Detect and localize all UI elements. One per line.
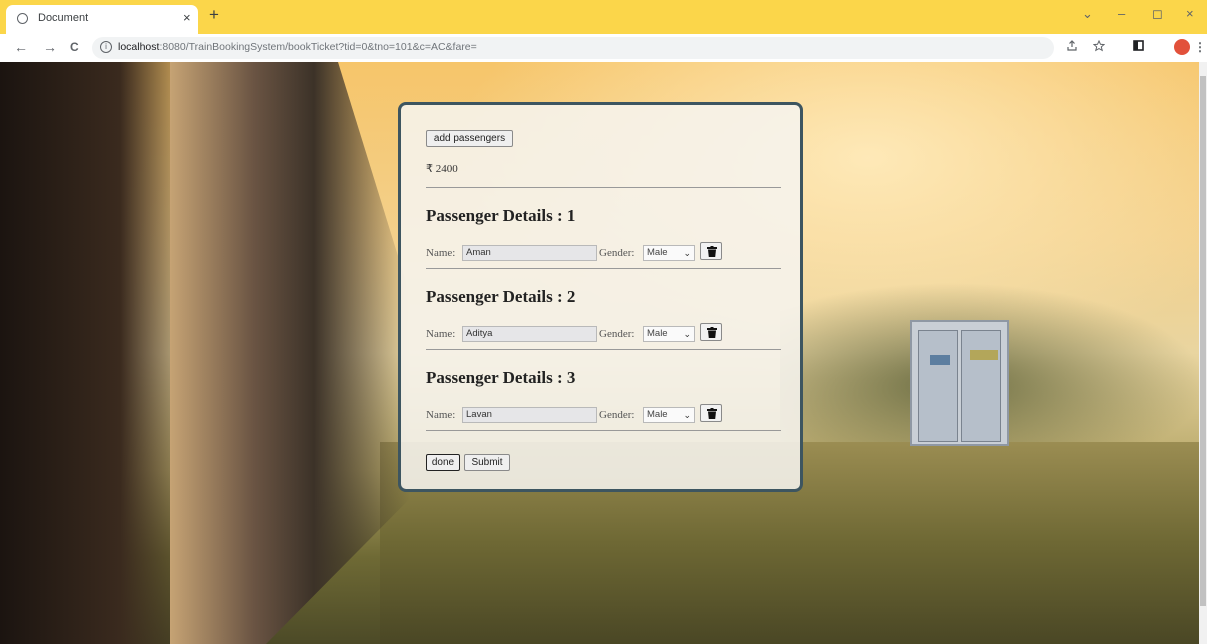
- reload-button[interactable]: C: [70, 40, 79, 54]
- chevron-down-icon: ⌄: [683, 410, 691, 420]
- menu-icon[interactable]: ⋮: [1194, 40, 1206, 54]
- url-path: :8080/TrainBookingSystem/bookTicket?tid=…: [159, 41, 477, 53]
- divider: [426, 268, 781, 269]
- url-host: localhost: [118, 41, 160, 53]
- delete-passenger-button[interactable]: [700, 404, 722, 422]
- name-label: Name:: [426, 328, 456, 340]
- utility-box-label: [930, 355, 950, 365]
- gender-label: Gender:: [599, 409, 635, 421]
- name-label: Name:: [426, 409, 456, 421]
- submit-button[interactable]: Submit: [464, 454, 510, 471]
- trash-icon: [707, 246, 717, 257]
- sidebar-icon[interactable]: [1133, 40, 1144, 54]
- browser-toolbar: ← → C i localhost:8080/TrainBookingSyste…: [0, 34, 1207, 62]
- tab-title: Document: [38, 12, 89, 24]
- scrollbar-thumb[interactable]: [1200, 76, 1206, 606]
- utility-box-door: [961, 330, 1001, 442]
- share-icon[interactable]: [1066, 40, 1078, 55]
- new-tab-button[interactable]: +: [209, 5, 219, 25]
- delete-passenger-button[interactable]: [700, 242, 722, 260]
- page-scrollbar[interactable]: [1199, 62, 1207, 644]
- browser-tab-bar: Document × + ⌄ – ◻ ×: [0, 0, 1207, 34]
- passenger-name-input[interactable]: Aman: [462, 245, 597, 261]
- site-info-icon[interactable]: i: [100, 41, 112, 53]
- utility-box-door: [918, 330, 958, 442]
- gender-select-value: Male: [647, 328, 668, 339]
- delete-passenger-button[interactable]: [700, 323, 722, 341]
- add-passengers-button[interactable]: add passengers: [426, 130, 513, 147]
- profile-avatar[interactable]: [1174, 39, 1190, 55]
- chevron-down-icon: ⌄: [683, 329, 691, 339]
- gender-label: Gender:: [599, 247, 635, 259]
- utility-box-label: [970, 350, 998, 360]
- maximize-button[interactable]: ◻: [1152, 6, 1163, 22]
- forward-button[interactable]: →: [43, 39, 57, 55]
- tab-close-icon[interactable]: ×: [183, 10, 191, 25]
- divider: [426, 349, 781, 350]
- browser-tab[interactable]: Document ×: [6, 5, 198, 34]
- close-window-button[interactable]: ×: [1186, 6, 1194, 21]
- url-text: localhost:8080/TrainBookingSystem/bookTi…: [118, 41, 477, 53]
- gender-select[interactable]: Male ⌄: [643, 407, 695, 423]
- tab-search-icon[interactable]: ⌄: [1082, 6, 1093, 22]
- gender-select-value: Male: [647, 409, 668, 420]
- divider: [426, 187, 781, 188]
- globe-icon: [17, 13, 28, 24]
- gender-label: Gender:: [599, 328, 635, 340]
- utility-box: [910, 320, 1009, 446]
- passenger-name-input[interactable]: Lavan: [462, 407, 597, 423]
- booking-form: add passengers ₹ 2400 Passenger Details …: [398, 102, 803, 492]
- minimize-button[interactable]: –: [1118, 6, 1125, 21]
- name-label: Name:: [426, 247, 456, 259]
- trash-icon: [707, 408, 717, 419]
- divider: [426, 430, 781, 431]
- passenger-heading: Passenger Details : 3: [426, 368, 576, 387]
- passenger-heading: Passenger Details : 1: [426, 206, 576, 225]
- gender-select[interactable]: Male ⌄: [643, 245, 695, 261]
- done-button[interactable]: done: [426, 454, 460, 471]
- passenger-name-input[interactable]: Aditya: [462, 326, 597, 342]
- back-button[interactable]: ←: [14, 39, 28, 55]
- chevron-down-icon: ⌄: [683, 248, 691, 258]
- gender-select[interactable]: Male ⌄: [643, 326, 695, 342]
- train: [170, 62, 410, 644]
- fare-amount: ₹ 2400: [426, 163, 458, 175]
- star-icon[interactable]: [1092, 39, 1106, 55]
- gender-select-value: Male: [647, 247, 668, 258]
- trash-icon: [707, 327, 717, 338]
- address-bar[interactable]: i localhost:8080/TrainBookingSystem/book…: [92, 37, 1054, 59]
- passenger-heading: Passenger Details : 2: [426, 287, 576, 306]
